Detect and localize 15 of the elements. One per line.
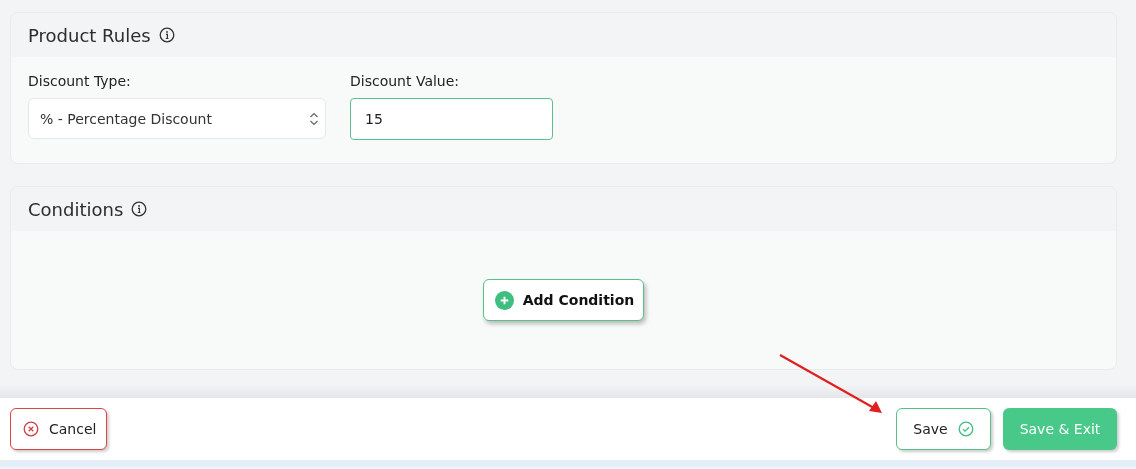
discount-type-select[interactable]: % - Percentage Discount xyxy=(28,98,326,139)
plus-icon xyxy=(494,290,514,310)
field-label: Discount Type: xyxy=(28,73,132,89)
field-label: Discount Value: xyxy=(350,73,461,89)
add-condition-button[interactable]: Add Condition xyxy=(482,279,645,321)
check-icon xyxy=(957,421,974,437)
save-button[interactable]: Save xyxy=(896,408,991,450)
section-title: Product Rules xyxy=(28,24,151,46)
section-title: Conditions xyxy=(28,198,124,220)
close-icon xyxy=(23,421,39,437)
discount-value-field[interactable]: 15 xyxy=(350,98,553,140)
info-icon xyxy=(131,201,148,217)
cancel-button[interactable]: Cancel xyxy=(10,408,108,450)
chevrons-icon xyxy=(309,110,319,127)
info-icon xyxy=(158,27,175,43)
